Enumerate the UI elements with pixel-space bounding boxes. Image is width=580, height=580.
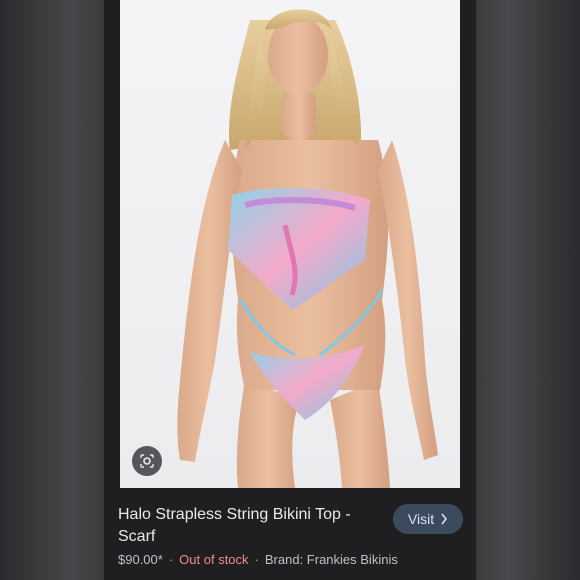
product-title[interactable]: Halo Strapless String Bikini Top - Scarf (118, 504, 378, 548)
chevron-right-icon (441, 513, 448, 525)
blurred-background-left (0, 0, 104, 580)
model-illustration (177, 9, 438, 488)
product-info-panel: Halo Strapless String Bikini Top - Scarf… (104, 488, 476, 580)
blurred-background-right (476, 0, 580, 580)
product-price: $90.00* (118, 552, 163, 567)
product-brand: Brand: Frankies Bikinis (264, 552, 398, 567)
separator: · (168, 552, 174, 567)
product-card: Halo Strapless String Bikini Top - Scarf… (104, 0, 476, 580)
product-image[interactable] (120, 0, 460, 488)
visit-button[interactable]: Visit (393, 504, 463, 534)
lens-search-button[interactable] (132, 446, 162, 476)
product-meta: $90.00* · Out of stock · Brand: Frankies Bik… (118, 552, 398, 567)
lens-search-icon (140, 454, 154, 468)
stock-status: Out of stock (179, 552, 249, 567)
separator: · (254, 552, 259, 567)
visit-label: Visit (407, 511, 435, 527)
